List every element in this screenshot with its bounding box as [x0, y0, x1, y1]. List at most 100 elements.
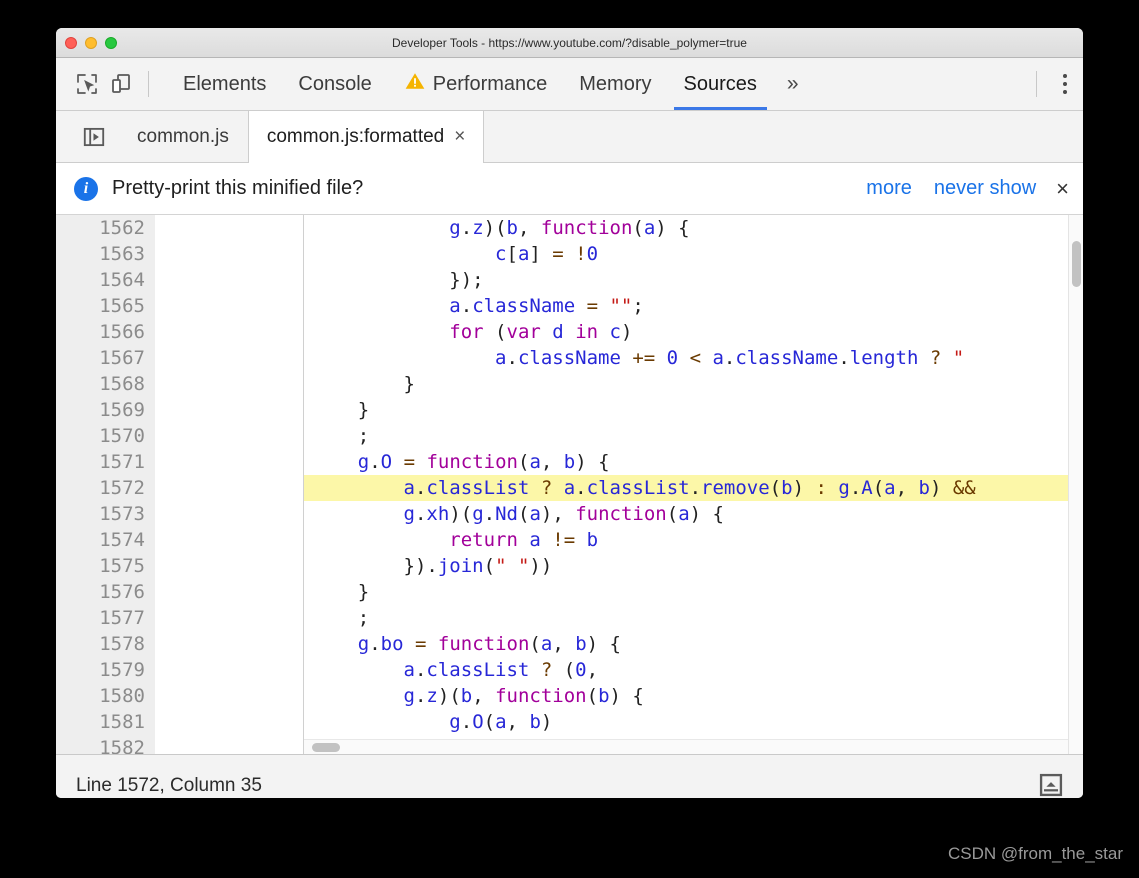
code-line-text[interactable]: g.xh)(g.Nd(a), function(a) { [304, 501, 1083, 527]
source-code-editor[interactable]: 1562 g.z)(b, function(a) {1563 c[a] = !0… [56, 215, 1083, 754]
code-line-text[interactable]: } [304, 371, 1083, 397]
line-number[interactable]: 1570 [56, 423, 155, 449]
code-line[interactable]: 1573 g.xh)(g.Nd(a), function(a) { [56, 501, 1083, 527]
line-number[interactable]: 1565 [56, 293, 155, 319]
code-line[interactable]: 1571 g.O = function(a, b) { [56, 449, 1083, 475]
editor-horizontal-scrollbar[interactable] [304, 739, 1068, 754]
code-line-text[interactable]: ; [304, 423, 1083, 449]
panel-tab-list: Elements Console Performance Memory Sour… [167, 58, 813, 110]
minimize-window-button[interactable] [85, 36, 97, 49]
line-gutter-spacer [155, 553, 303, 579]
code-line[interactable]: 1570 ; [56, 423, 1083, 449]
line-number[interactable]: 1581 [56, 709, 155, 735]
code-line[interactable]: 1577 ; [56, 605, 1083, 631]
line-gutter-spacer [155, 215, 303, 241]
line-gutter-spacer [155, 345, 303, 371]
code-line-text[interactable]: g.O(a, b) [304, 709, 1083, 735]
line-number[interactable]: 1576 [56, 579, 155, 605]
code-line-text[interactable]: for (var d in c) [304, 319, 1083, 345]
line-number[interactable]: 1577 [56, 605, 155, 631]
tab-console[interactable]: Console [282, 58, 387, 110]
show-drawer-icon[interactable] [1037, 771, 1067, 799]
code-line[interactable]: 1562 g.z)(b, function(a) { [56, 215, 1083, 241]
editor-vertical-scroll-thumb[interactable] [1072, 241, 1081, 287]
code-line-text[interactable]: a.classList ? a.classList.remove(b) : g.… [304, 475, 1083, 501]
close-tab-icon[interactable]: × [454, 127, 465, 146]
code-line[interactable]: 1578 g.bo = function(a, b) { [56, 631, 1083, 657]
line-number[interactable]: 1564 [56, 267, 155, 293]
code-line[interactable]: 1575 }).join(" ")) [56, 553, 1083, 579]
code-line-text[interactable]: c[a] = !0 [304, 241, 1083, 267]
code-line[interactable]: 1564 }); [56, 267, 1083, 293]
line-gutter-spacer [155, 683, 303, 709]
line-gutter-spacer [155, 605, 303, 631]
source-tab-common-js-formatted[interactable]: common.js:formatted × [247, 111, 485, 163]
code-line[interactable]: 1574 return a != b [56, 527, 1083, 553]
close-window-button[interactable] [65, 36, 77, 49]
zoom-window-button[interactable] [105, 36, 117, 49]
code-line[interactable]: 1576 } [56, 579, 1083, 605]
code-line[interactable]: 1563 c[a] = !0 [56, 241, 1083, 267]
line-number[interactable]: 1574 [56, 527, 155, 553]
pretty-print-infobar: i Pretty-print this minified file? more … [56, 163, 1083, 215]
infobar-more-link[interactable]: more [866, 177, 912, 200]
line-number[interactable]: 1578 [56, 631, 155, 657]
code-line-text[interactable]: a.className += 0 < a.className.length ? … [304, 345, 1083, 371]
tab-performance[interactable]: Performance [388, 58, 564, 110]
line-gutter-spacer [155, 735, 303, 754]
tab-elements[interactable]: Elements [167, 58, 282, 110]
warning-triangle-icon [404, 70, 426, 98]
line-number[interactable]: 1562 [56, 215, 155, 241]
line-number[interactable]: 1575 [56, 553, 155, 579]
tab-memory[interactable]: Memory [563, 58, 667, 110]
more-options-icon[interactable] [1047, 74, 1083, 94]
code-line-text[interactable]: a.className = ""; [304, 293, 1083, 319]
line-number[interactable]: 1571 [56, 449, 155, 475]
code-line[interactable]: 1567 a.className += 0 < a.className.leng… [56, 345, 1083, 371]
code-line-text[interactable]: g.O = function(a, b) { [304, 449, 1083, 475]
code-line-text[interactable]: a.classList ? (0, [304, 657, 1083, 683]
inspect-element-icon[interactable] [70, 67, 104, 101]
code-line-text[interactable]: g.z)(b, function(a) { [304, 215, 1083, 241]
line-number[interactable]: 1582 [56, 735, 155, 754]
editor-horizontal-scroll-thumb[interactable] [312, 743, 340, 752]
source-tab-common-js[interactable]: common.js [118, 111, 248, 162]
code-line-text[interactable]: g.bo = function(a, b) { [304, 631, 1083, 657]
code-line-text[interactable]: g.z)(b, function(b) { [304, 683, 1083, 709]
line-number[interactable]: 1573 [56, 501, 155, 527]
code-line[interactable]: 1569 } [56, 397, 1083, 423]
code-line-text[interactable]: return a != b [304, 527, 1083, 553]
code-line[interactable]: 1565 a.className = ""; [56, 293, 1083, 319]
code-line[interactable]: 1566 for (var d in c) [56, 319, 1083, 345]
code-line[interactable]: 1568 } [56, 371, 1083, 397]
line-gutter-spacer [155, 397, 303, 423]
window-title: Developer Tools - https://www.youtube.co… [392, 35, 747, 50]
code-line[interactable]: 1580 g.z)(b, function(b) { [56, 683, 1083, 709]
code-line-text[interactable]: }); [304, 267, 1083, 293]
editor-vertical-scrollbar[interactable] [1068, 215, 1083, 754]
more-tabs-icon[interactable]: » [773, 72, 813, 96]
devtools-window: Developer Tools - https://www.youtube.co… [56, 28, 1083, 798]
code-line[interactable]: 1579 a.classList ? (0, [56, 657, 1083, 683]
line-number[interactable]: 1572 [56, 475, 155, 501]
infobar-never-show-link[interactable]: never show [934, 177, 1036, 200]
tab-elements-label: Elements [183, 72, 267, 95]
code-line-text[interactable]: } [304, 579, 1083, 605]
line-number[interactable]: 1563 [56, 241, 155, 267]
code-line-text[interactable]: } [304, 397, 1083, 423]
code-line-text[interactable]: }).join(" ")) [304, 553, 1083, 579]
code-line[interactable]: 1581 g.O(a, b) [56, 709, 1083, 735]
line-number[interactable]: 1567 [56, 345, 155, 371]
device-toolbar-icon[interactable] [104, 67, 138, 101]
code-line[interactable]: 1572 a.classList ? a.classList.remove(b)… [56, 475, 1083, 501]
tab-sources[interactable]: Sources [668, 58, 773, 110]
show-navigator-icon[interactable] [70, 111, 118, 162]
line-number[interactable]: 1569 [56, 397, 155, 423]
close-infobar-icon[interactable]: × [1056, 177, 1069, 200]
code-line-text[interactable]: ; [304, 605, 1083, 631]
line-number[interactable]: 1580 [56, 683, 155, 709]
line-gutter-spacer [155, 501, 303, 527]
line-number[interactable]: 1579 [56, 657, 155, 683]
line-number[interactable]: 1566 [56, 319, 155, 345]
line-number[interactable]: 1568 [56, 371, 155, 397]
